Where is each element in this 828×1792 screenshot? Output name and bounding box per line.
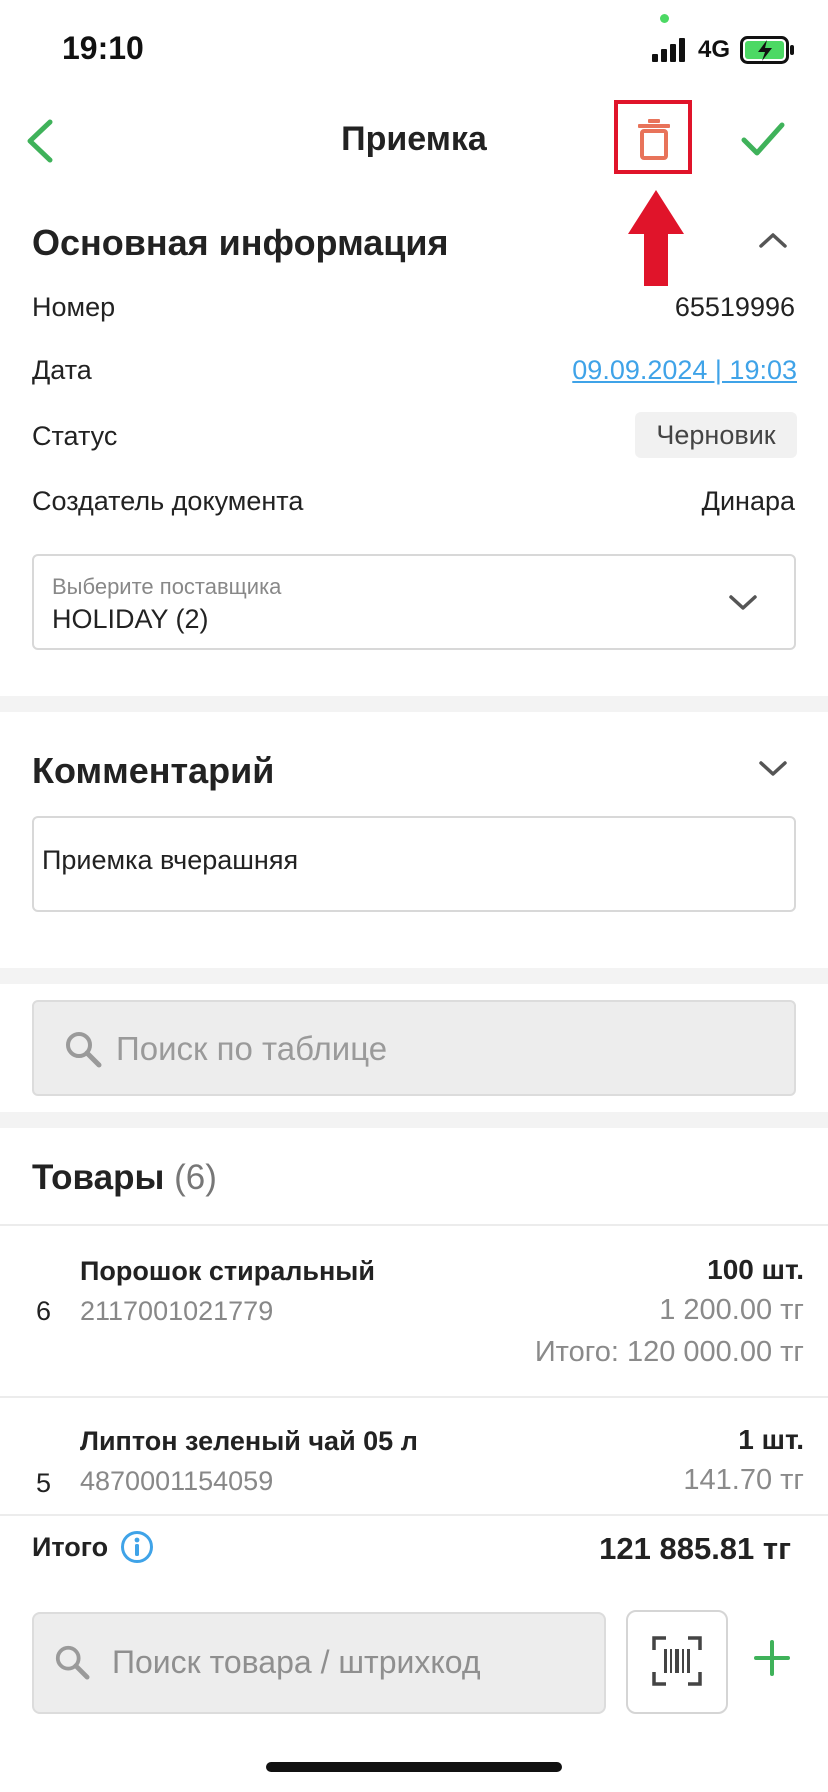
creator-label: Создатель документа xyxy=(32,486,304,516)
battery-charging-icon xyxy=(740,36,794,64)
item-barcode: 4870001154059 xyxy=(80,1466,274,1496)
item-index: 5 xyxy=(36,1468,52,1498)
barcode-scan-icon xyxy=(652,1636,702,1686)
number-value: 65519996 xyxy=(674,292,795,322)
date-label: Дата xyxy=(32,355,92,385)
goods-title: Товары (6) xyxy=(32,1158,217,1198)
item-barcode: 2117001021779 xyxy=(80,1296,274,1326)
item-name: Липтон зеленый чай 05 л xyxy=(80,1426,418,1456)
item-price: 1 200.00 тг xyxy=(659,1294,804,1326)
section-divider xyxy=(0,968,828,984)
item-index: 6 xyxy=(36,1296,52,1326)
table-search-placeholder: Поиск по таблице xyxy=(116,1030,388,1067)
item-total: Итого: 120 000.00 тг xyxy=(534,1336,804,1368)
date-value-link[interactable]: 09.09.2024 | 19:03 xyxy=(572,355,797,386)
signal-icon xyxy=(652,38,685,62)
item-qty: 1 шт. xyxy=(738,1424,804,1455)
creator-value: Динара xyxy=(701,486,795,516)
supplier-select-label: Выберите поставщика xyxy=(52,574,282,599)
number-label: Номер xyxy=(32,292,116,322)
list-item[interactable] xyxy=(0,1398,828,1516)
network-type: 4G xyxy=(698,36,731,63)
comment-title: Комментарий xyxy=(32,750,275,791)
footer-divider xyxy=(0,1514,828,1516)
status-badge: Черновик xyxy=(635,412,797,458)
item-price: 141.70 тг xyxy=(683,1464,804,1496)
supplier-select[interactable] xyxy=(32,554,796,650)
add-plus-icon[interactable] xyxy=(754,1640,790,1676)
red-arrow-annotation xyxy=(628,190,684,286)
page-title: Приемка xyxy=(341,120,487,158)
total-label: Итого xyxy=(32,1532,109,1562)
status-label: Статус xyxy=(32,421,118,451)
goods-title-text: Товары xyxy=(32,1158,165,1197)
chevron-up-icon[interactable] xyxy=(758,231,788,249)
supplier-select-value: HOLIDAY (2) xyxy=(52,604,209,634)
confirm-check-icon[interactable] xyxy=(740,120,786,158)
item-qty: 100 шт. xyxy=(707,1254,804,1285)
item-name: Порошок стиральный xyxy=(80,1256,375,1286)
product-search-placeholder: Поиск товара / штрихкод xyxy=(112,1644,481,1680)
home-indicator xyxy=(266,1762,562,1772)
trash-icon[interactable] xyxy=(636,118,672,160)
chevron-down-icon xyxy=(729,595,757,610)
section-divider xyxy=(0,696,828,712)
comment-text: Приемка вчерашняя xyxy=(42,845,299,875)
goods-count: (6) xyxy=(174,1158,217,1197)
section-divider xyxy=(0,1112,828,1128)
search-icon xyxy=(55,1645,90,1680)
main-info-title: Основная информация xyxy=(32,222,449,263)
search-icon xyxy=(66,1032,102,1068)
info-icon[interactable] xyxy=(120,1530,154,1564)
total-value: 121 885.81 тг xyxy=(599,1531,791,1566)
privacy-indicator xyxy=(660,14,669,23)
status-time: 19:10 xyxy=(62,30,144,66)
comment-chevron-down-icon[interactable] xyxy=(758,760,788,778)
